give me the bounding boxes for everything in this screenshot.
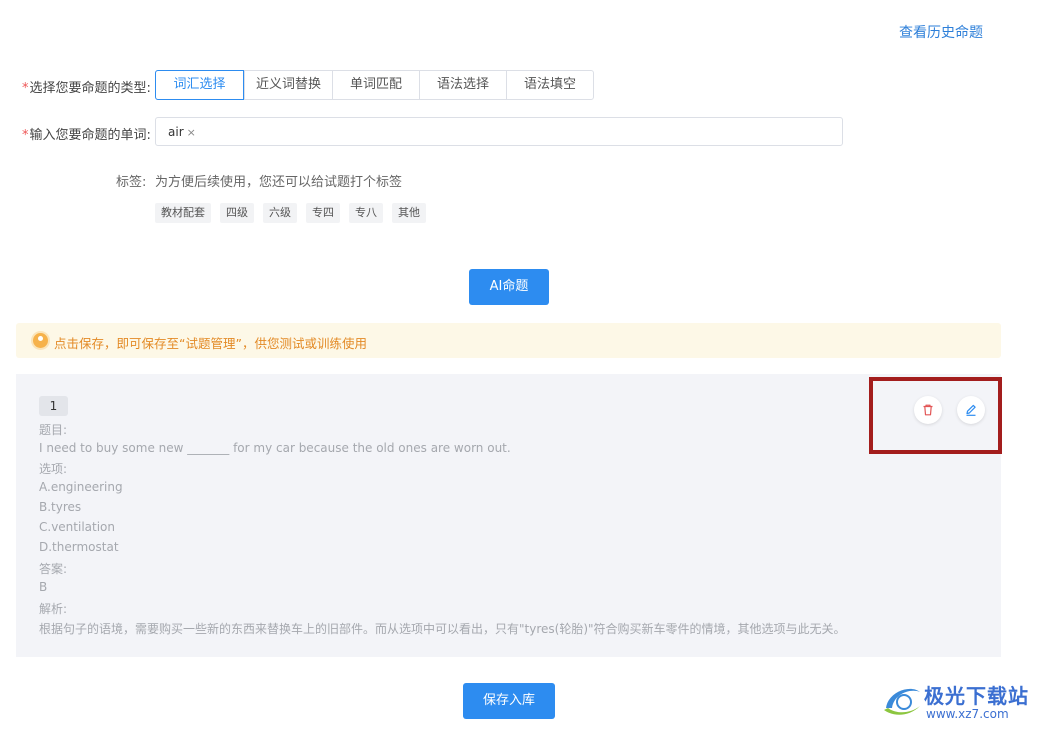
tag-cet4[interactable]: 四级 (220, 203, 254, 223)
pencil-icon (966, 404, 976, 416)
option-d: D.thermostat (39, 540, 119, 554)
tag-cet6[interactable]: 六级 (263, 203, 297, 223)
trash-icon (923, 404, 933, 416)
tag-label: 标签: (116, 175, 147, 190)
remove-tag-icon[interactable]: × (187, 126, 196, 139)
watermark-url: www.xz7.com (926, 707, 1009, 721)
analysis-text: 根据句子的语境，需要购买一些新的东西来替换车上的旧部件。而从选项中可以看出，只有… (39, 622, 846, 636)
answer-value: B (39, 580, 48, 594)
title-label: 题目: (39, 423, 68, 437)
tag-tem4[interactable]: 专四 (306, 203, 340, 223)
question-card: 1 题目: I need to buy some new _______ for… (16, 374, 1001, 657)
bulb-icon (33, 333, 48, 348)
tag-other[interactable]: 其他 (392, 203, 426, 223)
type-grammar-fill[interactable]: 语法填空 (506, 71, 593, 99)
tag-hint: 为方便后续使用，您还可以给试题打个标签 (155, 175, 403, 190)
type-word-matching[interactable]: 单词匹配 (332, 71, 419, 99)
watermark-logo-icon (884, 688, 920, 715)
option-a: A.engineering (39, 480, 123, 494)
word-label: *输入您要命题的单词: (22, 128, 151, 143)
analysis-label: 解析: (39, 602, 68, 616)
edit-button[interactable] (957, 396, 985, 424)
type-label: *选择您要命题的类型: (22, 81, 151, 96)
word-tag: air × (164, 123, 200, 141)
type-synonym-replacement[interactable]: 近义词替换 (244, 71, 332, 99)
question-number: 1 (39, 396, 68, 416)
notice-text: 点击保存，即可保存至“试题管理”，供您测试或训练使用 (54, 336, 367, 351)
type-grammar-choice[interactable]: 语法选择 (419, 71, 506, 99)
ai-generate-button[interactable]: AI命题 (469, 269, 549, 305)
type-vocabulary-choice[interactable]: 词汇选择 (155, 70, 244, 100)
tag-list: 教材配套 四级 六级 专四 专八 其他 (155, 203, 426, 223)
word-input[interactable]: air × (155, 117, 843, 146)
tag-tem8[interactable]: 专八 (349, 203, 383, 223)
page: 查看历史命题 *选择您要命题的类型: 词汇选择 近义词替换 单词匹配 语法选择 … (0, 0, 1039, 731)
question-text: I need to buy some new _______ for my ca… (39, 441, 511, 455)
option-b: B.tyres (39, 500, 82, 514)
save-to-library-button[interactable]: 保存入库 (463, 683, 555, 719)
delete-button[interactable] (914, 396, 942, 424)
save-notice: 点击保存，即可保存至“试题管理”，供您测试或训练使用 (16, 323, 1001, 358)
site-watermark: 极光下载站 www.xz7.com (878, 676, 1038, 726)
tag-textbook[interactable]: 教材配套 (155, 203, 211, 223)
options-label: 选项: (39, 462, 68, 476)
view-history-link[interactable]: 查看历史命题 (899, 22, 983, 42)
answer-label: 答案: (39, 562, 68, 576)
option-c: C.ventilation (39, 520, 115, 534)
question-type-selector: 词汇选择 近义词替换 单词匹配 语法选择 语法填空 (155, 70, 594, 100)
watermark-title: 极光下载站 (924, 684, 1029, 708)
